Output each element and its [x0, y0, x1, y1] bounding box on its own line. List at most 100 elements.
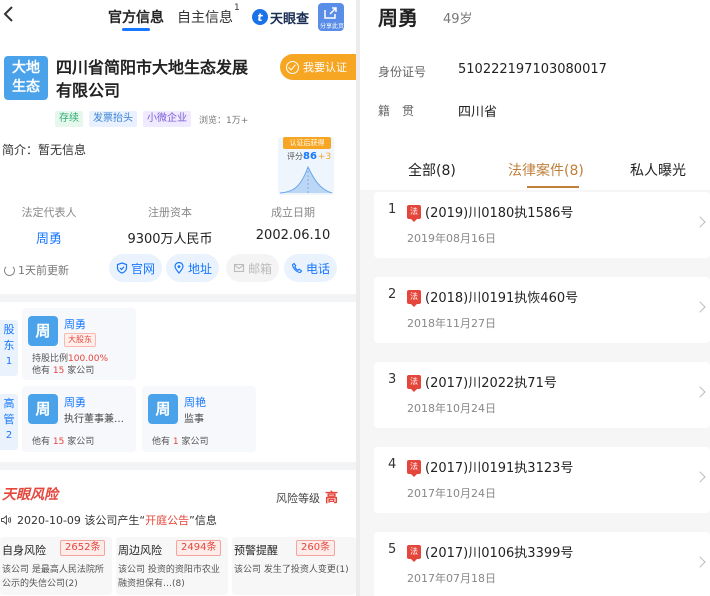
registered-capital: 注册资本 9300万人民币	[120, 204, 220, 247]
tab-self-info[interactable]: 自主信息	[177, 7, 233, 27]
id-number-value: 510222197103080017	[458, 62, 607, 77]
related-companies-suffix: 家公司	[67, 437, 95, 447]
phone-button[interactable]: 电话	[284, 254, 338, 282]
case-item[interactable]: 5 法 (2017)川0106执3399号 2017年07月18日	[374, 532, 710, 596]
tag-micro-enterprise[interactable]: 小微企业	[143, 111, 191, 127]
score-label: 评分	[287, 152, 303, 161]
risk-card-desc: 该公司 投资的资阳市农业融资担保有…(8)	[118, 565, 220, 589]
case-index: 5	[388, 542, 397, 557]
risk-level[interactable]: 风险等级高	[276, 487, 338, 506]
company-logo-line1: 大地	[12, 60, 40, 76]
tab-official-info[interactable]: 官方信息	[108, 7, 164, 27]
registered-capital-value: 9300万人民币	[127, 232, 213, 247]
tag-invoice[interactable]: 发票抬头	[89, 111, 137, 127]
address-label: 地址	[188, 261, 213, 276]
verify-button[interactable]: 我要认证	[280, 54, 356, 80]
risk-card-title: 自身风险	[2, 544, 46, 557]
view-count: 浏览：1万+	[199, 115, 249, 126]
score-badge: 认证后获得	[283, 137, 331, 149]
update-status: 1天前更新	[4, 262, 69, 278]
active-tab-indicator	[122, 28, 150, 31]
case-item[interactable]: 3 法 (2017)川2022执71号 2018年10月24日	[374, 362, 710, 428]
shareholders-section-tab[interactable]: 股 东 1	[0, 320, 18, 376]
founding-date-value: 2002.06.10	[255, 228, 331, 243]
risk-card-warning[interactable]: 预警提醒 260条 该公司 发生了投资人变更(1)	[232, 537, 356, 595]
risk-card-count: 2652条	[60, 540, 106, 556]
case-item[interactable]: 4 法 (2017)川0191执3123号 2017年10月24日	[374, 447, 710, 513]
email-label: 邮箱	[248, 261, 273, 276]
person-header: 周勇 49岁 身份证号 510222197103080017 籍 贯 四川省 全…	[360, 0, 710, 190]
legal-representative: 法定代表人 周勇	[14, 204, 84, 247]
case-index: 2	[388, 287, 397, 302]
chevron-right-icon	[694, 386, 706, 398]
risk-card-self[interactable]: 自身风险 2652条 该公司 是最高人民法院所公示的失信公司(2)	[0, 537, 112, 595]
executive-card[interactable]: 周 周艳 监事 他有 1 家公司	[142, 386, 256, 452]
address-button[interactable]: 地址	[166, 254, 220, 282]
tab-legal-cases[interactable]: 法律案件(8)	[508, 160, 584, 180]
back-button[interactable]	[2, 4, 18, 26]
tag-status[interactable]: 存续	[55, 111, 83, 127]
related-companies-count: 15	[52, 366, 65, 376]
related-companies-prefix: 他有	[32, 437, 51, 447]
executives-count: 2	[5, 430, 13, 441]
case-code: (2019)川0180执1586号	[425, 206, 574, 221]
tab-all[interactable]: 全部(8)	[408, 160, 456, 180]
origin-label: 籍 贯	[378, 104, 415, 118]
risk-card-surrounding[interactable]: 周边风险 2494条 该公司 投资的资阳市农业融资担保有…(8)	[116, 537, 228, 595]
score-card[interactable]: 认证后获得 评分86+3	[278, 137, 334, 195]
case-date: 2017年10月24日	[407, 487, 496, 500]
refresh-icon	[4, 264, 15, 276]
id-number-label: 身份证号	[378, 65, 427, 79]
executives-section-tab[interactable]: 高 管 2	[0, 394, 18, 450]
case-item[interactable]: 1 法 (2019)川0180执1586号 2019年08月16日	[374, 192, 710, 258]
executive-name[interactable]: 周勇	[64, 394, 86, 410]
email-button[interactable]: 邮箱	[226, 254, 280, 282]
score-distribution-curve	[279, 165, 333, 194]
case-date: 2019年08月16日	[407, 232, 496, 245]
chevron-right-icon	[694, 556, 706, 568]
person-name: 周勇	[378, 6, 418, 30]
risk-notice-prefix: 2020-10-09 该公司产生“	[17, 514, 146, 527]
phone-label: 电话	[306, 261, 331, 276]
case-item[interactable]: 2 法 (2018)川0191执恢460号 2018年11月27日	[374, 277, 710, 343]
executive-name[interactable]: 周艳	[184, 394, 206, 410]
website-button[interactable]: 官网	[109, 254, 163, 282]
law-icon: 法	[407, 205, 421, 222]
share-icon	[324, 7, 337, 19]
risk-card-title: 周边风险	[118, 544, 162, 557]
chevron-left-icon	[3, 6, 13, 22]
shareholders-label-2: 东	[3, 339, 15, 352]
law-icon: 法	[407, 545, 421, 562]
case-date: 2018年11月27日	[407, 317, 496, 330]
founding-date: 成立日期 2002.06.10	[250, 204, 336, 243]
case-index: 3	[388, 372, 397, 387]
shareholders-count: 1	[5, 356, 13, 367]
company-tags: 存续 发票抬头 小微企业 浏览：1万+	[55, 111, 248, 127]
tab-private-exposure[interactable]: 私人曝光	[630, 160, 686, 180]
company-panel: 官方信息 自主信息 1 t 天眼查 分享此页 大地 生态 四川省简阳市大地生态发…	[0, 0, 356, 596]
risk-brand: 天眼风险	[2, 487, 58, 503]
mail-icon	[233, 263, 245, 273]
law-icon: 法	[407, 375, 421, 392]
registered-capital-label: 注册资本	[148, 206, 192, 219]
executives-label-2: 管	[3, 413, 15, 426]
related-companies-suffix: 家公司	[67, 366, 95, 376]
chevron-right-icon	[694, 301, 706, 313]
company-name-line2: 有限公司	[56, 81, 121, 100]
company-logo-line2: 生态	[12, 79, 40, 95]
shareholder-name[interactable]: 周勇	[64, 316, 86, 332]
related-companies-prefix: 他有	[152, 437, 171, 447]
risk-notice[interactable]: 2020-10-09 该公司产生“ 开庭公告 ”信息	[0, 512, 217, 528]
tianyancha-mark-icon: t	[252, 9, 268, 25]
related-companies-suffix: 家公司	[181, 437, 209, 447]
legal-representative-label: 法定代表人	[21, 206, 77, 219]
related-companies: 他有 1 家公司	[152, 434, 209, 447]
law-icon: 法	[407, 290, 421, 307]
shareholder-card[interactable]: 周 周勇 大股东 持股比例100.00% 他有 15 家公司	[22, 308, 136, 380]
risk-card-count: 2494条	[176, 540, 222, 556]
share-button[interactable]: 分享此页	[318, 3, 344, 31]
legal-representative-value[interactable]: 周勇	[14, 228, 84, 247]
active-tab-indicator	[527, 186, 579, 188]
executive-card[interactable]: 周 周勇 执行董事兼… 他有 15 家公司	[22, 386, 136, 452]
website-label: 官网	[131, 261, 156, 276]
